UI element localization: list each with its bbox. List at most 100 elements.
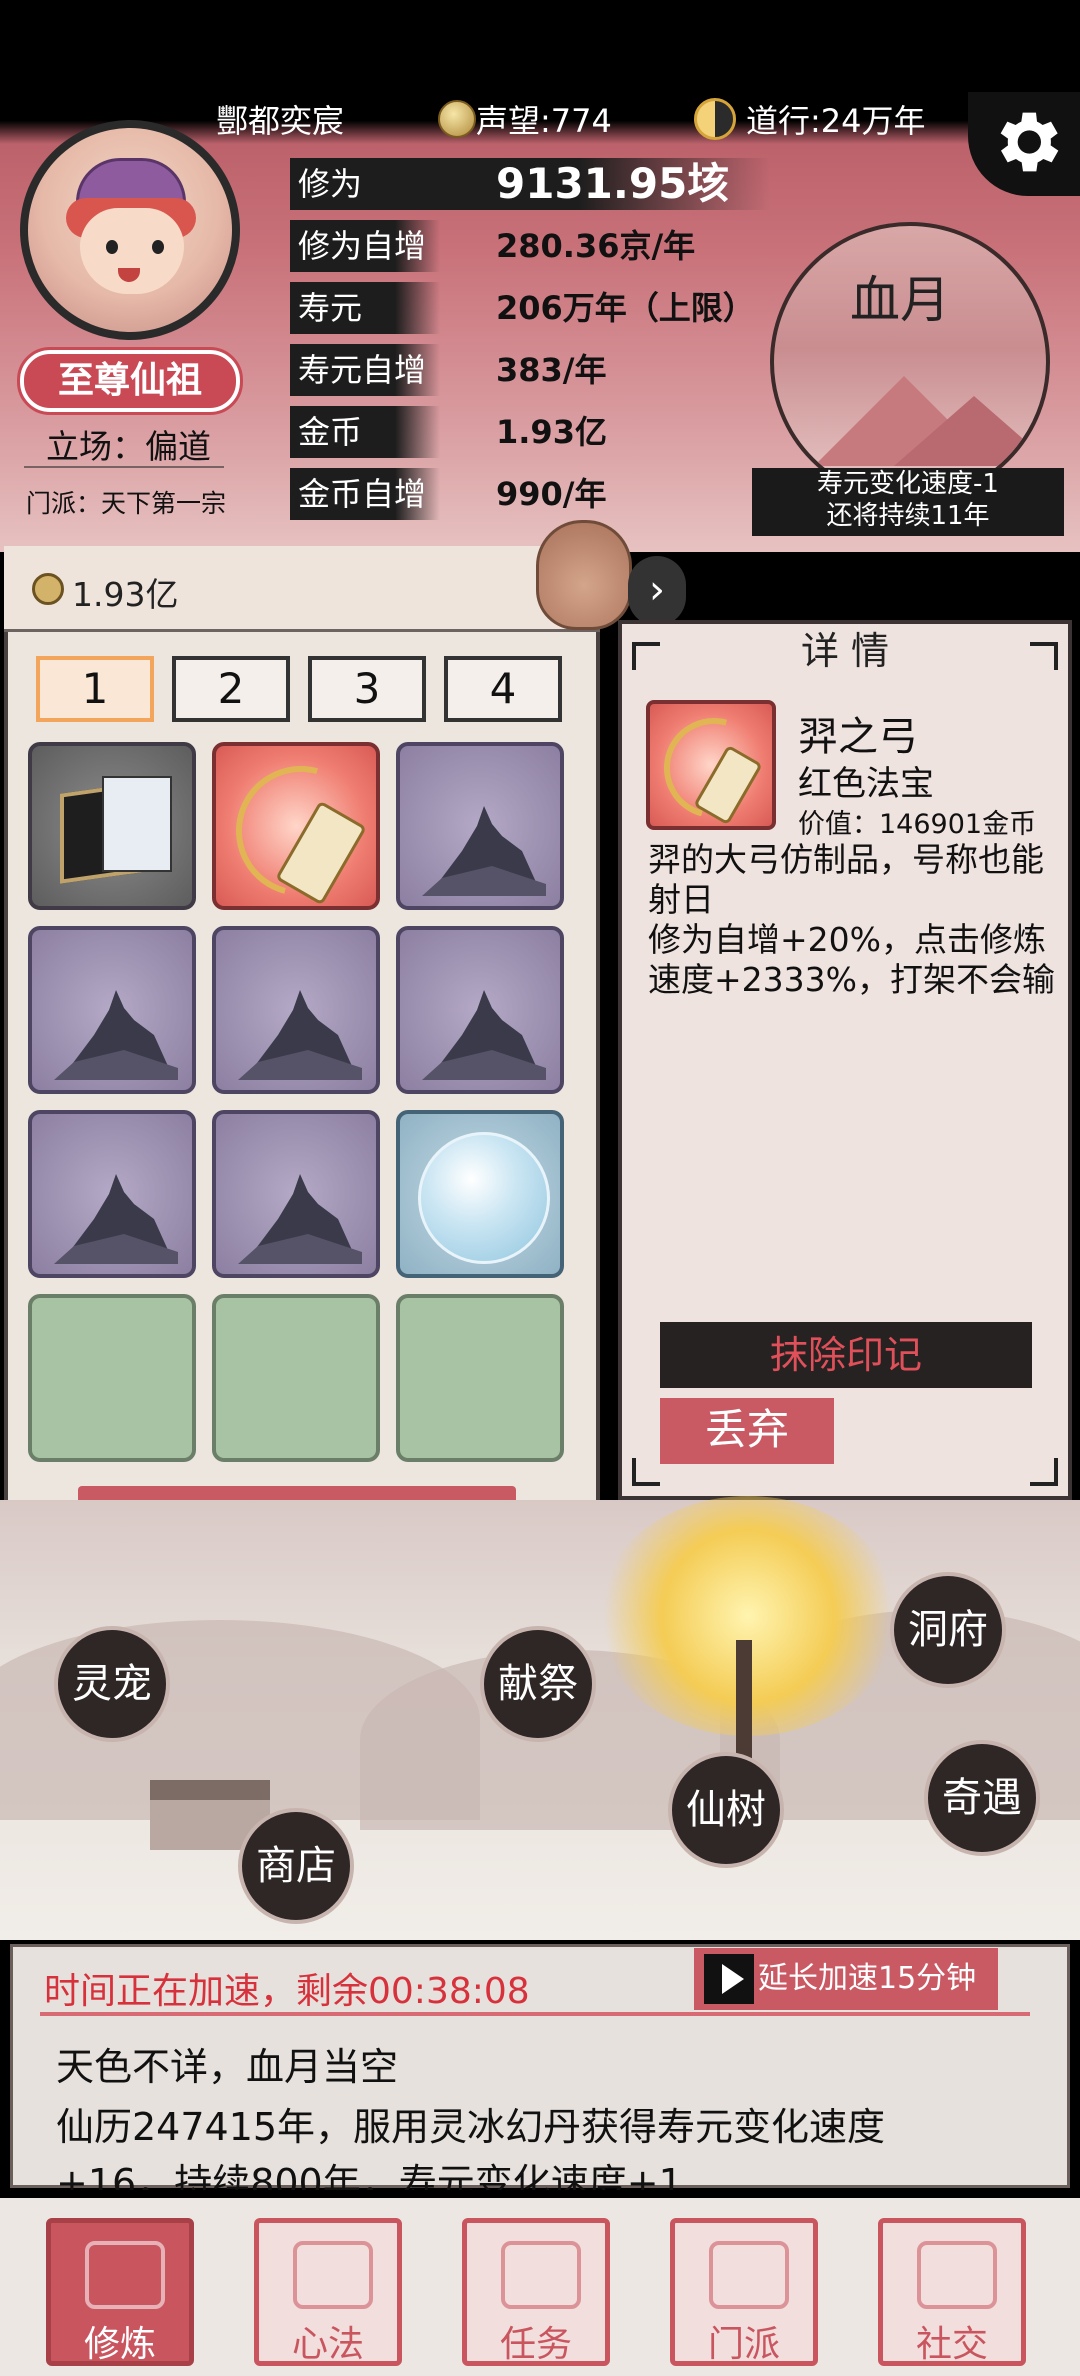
event-title: 血月 bbox=[850, 271, 950, 329]
gear-icon bbox=[1000, 112, 1059, 172]
inventory-slot-wolf[interactable] bbox=[396, 926, 564, 1094]
people-icon bbox=[917, 2241, 997, 2309]
expand-arrow-button[interactable]: › bbox=[628, 556, 686, 626]
orb-icon bbox=[418, 1132, 550, 1264]
scroll-icon bbox=[293, 2241, 373, 2309]
sect-icon bbox=[709, 2241, 789, 2309]
nav-cultivate[interactable]: 修炼 bbox=[46, 2218, 194, 2366]
tree-trunk bbox=[736, 1640, 752, 1760]
inventory-slot-wolf[interactable] bbox=[28, 926, 196, 1094]
sect-text: 门派：天下第一宗 bbox=[26, 489, 227, 518]
stat-label: 金币 bbox=[290, 406, 440, 458]
mountain-icon bbox=[85, 2241, 165, 2309]
nav-social[interactable]: 社交 bbox=[878, 2218, 1026, 2366]
wolf-icon bbox=[422, 806, 546, 896]
log-line: +16，持续800年，寿元变化速度+1 bbox=[56, 2161, 683, 2190]
wolf-icon bbox=[54, 1174, 178, 1264]
stat-lifespan-rate: 寿元自增 383/年 bbox=[290, 344, 790, 400]
detail-item-value: 价值：146901金币 bbox=[798, 809, 1037, 840]
stat-value: 280.36京/年 bbox=[496, 227, 696, 265]
play-triangle bbox=[722, 1964, 744, 1994]
wolf-icon bbox=[54, 990, 178, 1080]
nav-sect[interactable]: 门派 bbox=[670, 2218, 818, 2366]
stat-cultivation: 修为 9131.95垓 bbox=[290, 158, 790, 214]
book-page-icon bbox=[102, 776, 172, 872]
stat-value: 206万年（上限） bbox=[496, 289, 755, 327]
inventory-slot-bow[interactable] bbox=[212, 742, 380, 910]
stat-label: 寿元 bbox=[290, 282, 440, 334]
inventory-tab-3[interactable]: 3 bbox=[308, 656, 426, 722]
nav-label: 社交 bbox=[915, 2324, 988, 2365]
event-line-1: 寿元变化速度-1 bbox=[817, 469, 999, 499]
yinyang-icon bbox=[694, 98, 736, 140]
wolf-icon bbox=[422, 990, 546, 1080]
reputation-coin-icon bbox=[438, 100, 476, 138]
inventory-tab-2[interactable]: 2 bbox=[172, 656, 290, 722]
detail-item-grade: 红色法宝 bbox=[798, 764, 934, 804]
detail-item-name: 羿之弓 bbox=[798, 714, 918, 760]
rank-badge: 至尊仙祖 bbox=[17, 347, 243, 415]
daoxing-text: 道行:24万年 bbox=[746, 102, 926, 140]
inventory-slot-wolf[interactable] bbox=[212, 1110, 380, 1278]
immortal-tree-button[interactable]: 仙树 bbox=[668, 1752, 784, 1868]
stat-value: 9131.95垓 bbox=[496, 159, 730, 208]
avatar[interactable] bbox=[20, 120, 240, 340]
discard-button[interactable]: 丢弃 bbox=[660, 1398, 834, 1464]
speedup-underline bbox=[40, 2012, 1030, 2016]
nav-tasks[interactable]: 任务 bbox=[462, 2218, 610, 2366]
log-line: 仙历247415年，服用灵冰幻丹获得寿元变化速度 bbox=[56, 2105, 886, 2149]
corner-ornament bbox=[632, 1458, 660, 1486]
pet-button[interactable]: 灵宠 bbox=[54, 1626, 170, 1742]
nav-method[interactable]: 心法 bbox=[254, 2218, 402, 2366]
nav-label: 修炼 bbox=[83, 2324, 156, 2365]
speedup-status-text: 时间正在加速，剩余00:38:08 bbox=[44, 1971, 530, 2012]
nav-label: 门派 bbox=[707, 2324, 780, 2365]
nav-label: 任务 bbox=[499, 2324, 572, 2365]
encounter-button[interactable]: 奇遇 bbox=[924, 1740, 1040, 1856]
inventory-slot-wolf[interactable] bbox=[396, 742, 564, 910]
inventory-gold-text: 1.93亿 bbox=[72, 575, 179, 614]
stat-cultivation-rate: 修为自增 280.36京/年 bbox=[290, 220, 790, 276]
avatar-eye-right bbox=[152, 240, 164, 254]
avatar-eye-left bbox=[106, 240, 118, 254]
detail-item-image bbox=[646, 700, 776, 830]
event-info: 寿元变化速度-1 还将持续11年 bbox=[752, 468, 1064, 536]
stat-label: 修为自增 bbox=[290, 220, 440, 272]
wolf-icon bbox=[238, 1174, 362, 1264]
stat-value: 990/年 bbox=[496, 475, 607, 513]
inventory-tab-4[interactable]: 4 bbox=[444, 656, 562, 722]
inventory-slot-book[interactable] bbox=[28, 742, 196, 910]
detail-item-effect: 修为自增+20%，点击修炼速度+2333%，打架不会输 bbox=[648, 920, 1055, 999]
reputation-text: 声望:774 bbox=[476, 102, 612, 140]
pouch-icon bbox=[536, 520, 632, 630]
divider bbox=[24, 466, 224, 468]
sacrifice-button[interactable]: 献祭 bbox=[480, 1626, 596, 1742]
stat-label: 金币自增 bbox=[290, 468, 440, 520]
gold-coin-icon bbox=[32, 573, 64, 605]
inventory-slot-empty[interactable] bbox=[396, 1294, 564, 1462]
avatar-portrait bbox=[28, 128, 232, 332]
corner-ornament bbox=[1030, 1458, 1058, 1486]
stance-text: 立场：偏道 bbox=[46, 427, 211, 466]
inventory-tab-1[interactable]: 1 bbox=[36, 656, 154, 722]
stat-gold: 金币 1.93亿 bbox=[290, 406, 790, 462]
stat-value: 1.93亿 bbox=[496, 413, 607, 451]
detail-item-description: 羿的大弓仿制品，号称也能射日 bbox=[648, 840, 1044, 919]
stat-label: 寿元自增 bbox=[290, 344, 440, 396]
moon-mountain bbox=[894, 396, 1046, 466]
inventory-slot-wolf[interactable] bbox=[212, 926, 380, 1094]
task-icon bbox=[501, 2241, 581, 2309]
player-name: 酆都奕宸 bbox=[216, 102, 345, 140]
event-line-2: 还将持续11年 bbox=[826, 501, 990, 531]
log-line: 天色不详，血月当空 bbox=[56, 2045, 399, 2089]
inventory-slot-empty[interactable] bbox=[28, 1294, 196, 1462]
inventory-slot-empty[interactable] bbox=[212, 1294, 380, 1462]
inventory-slot-orb[interactable] bbox=[396, 1110, 564, 1278]
shop-button[interactable]: 商店 bbox=[238, 1808, 354, 1924]
cave-button[interactable]: 洞府 bbox=[890, 1572, 1006, 1688]
inventory-slot-wolf[interactable] bbox=[28, 1110, 196, 1278]
wolf-icon bbox=[238, 990, 362, 1080]
erase-mark-button[interactable]: 抹除印记 bbox=[660, 1322, 1032, 1388]
stat-gold-rate: 金币自增 990/年 bbox=[290, 468, 790, 524]
nav-label: 心法 bbox=[291, 2324, 364, 2365]
